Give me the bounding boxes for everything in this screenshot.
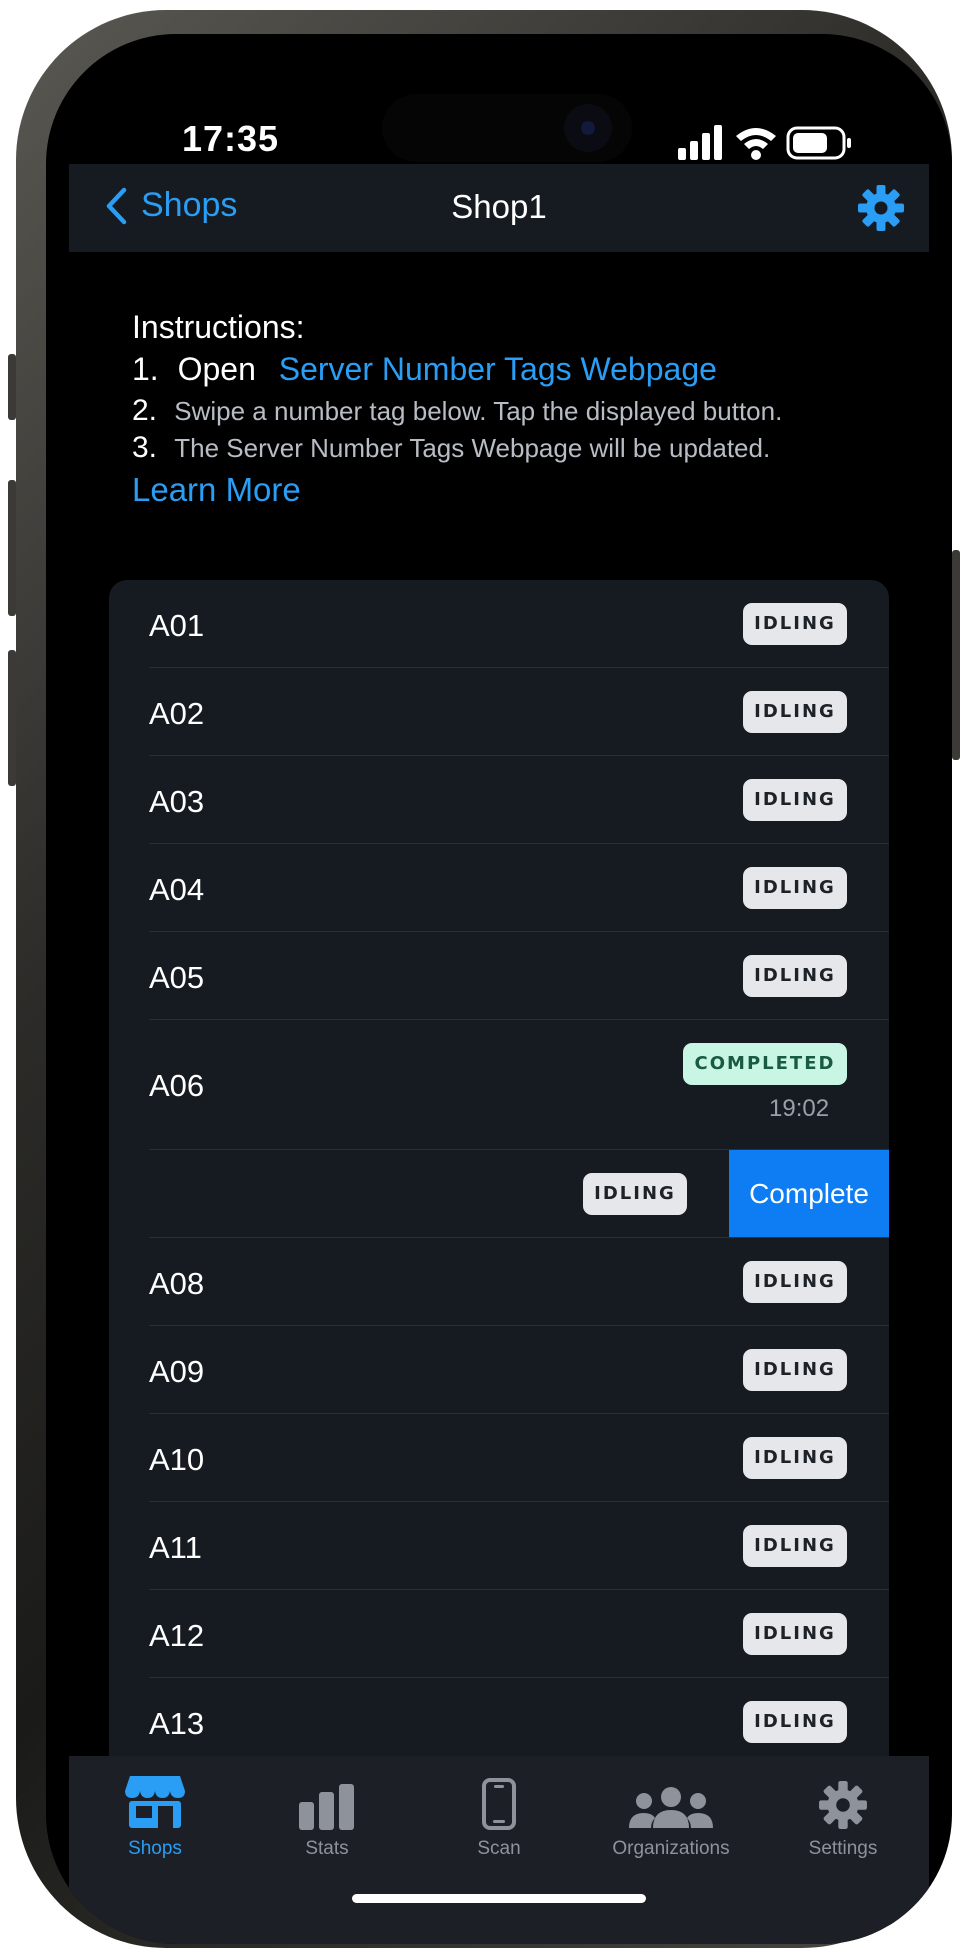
tag-label: A11 (149, 1530, 202, 1565)
tab-scan[interactable]: Scan (413, 1768, 585, 1860)
phone-frame: 17:35 Shops Shop1 Instructions: 1. Open … (8, 10, 960, 1948)
tag-row-a12[interactable]: A12 IDLING (109, 1590, 889, 1678)
settings-button[interactable] (857, 184, 905, 237)
tag-row-a05[interactable]: A05 IDLING (109, 932, 889, 1020)
volume-down-button (8, 650, 16, 786)
battery-icon (786, 126, 851, 160)
tag-label: A01 (149, 608, 205, 643)
step-2-text: Swipe a number tag below. Tap the displa… (174, 396, 783, 426)
page-title: Shop1 (451, 188, 547, 225)
tag-label: A09 (149, 1354, 205, 1389)
tab-label: Organizations (612, 1838, 730, 1859)
tag-label: A12 (149, 1618, 205, 1653)
tag-row-a02[interactable]: A02 IDLING (109, 668, 889, 756)
status-badge: IDLING (743, 1613, 847, 1655)
tag-label: A06 (149, 1068, 205, 1103)
step-1-number: 1. (132, 351, 159, 387)
status-badge: IDLING (743, 955, 847, 997)
tag-row-a09[interactable]: A09 IDLING (109, 1326, 889, 1414)
number-tag-list[interactable]: A01 IDLING A02 IDLING A03 IDLING A04 IDL… (109, 580, 889, 1780)
tag-row-a03[interactable]: A03 IDLING (109, 756, 889, 844)
status-time: 17:35 (182, 118, 280, 159)
step-1-text: Open (177, 351, 256, 387)
status-badge: IDLING (583, 1173, 687, 1215)
gear-icon (858, 185, 904, 231)
tag-label: A05 (149, 960, 205, 995)
tag-label: A13 (149, 1706, 205, 1741)
tab-label: Shops (128, 1838, 182, 1859)
bar-chart-icon (299, 1784, 354, 1830)
instruction-step-3: 3. The Server Number Tags Webpage will b… (132, 431, 770, 465)
gear-icon (819, 1781, 867, 1829)
tab-bar: Shops Stats Scan Organizations Settings (69, 1756, 929, 1944)
tab-stats[interactable]: Stats (241, 1768, 413, 1860)
learn-more-link[interactable]: Learn More (132, 471, 301, 509)
tag-row-a13[interactable]: A13 IDLING (109, 1678, 889, 1766)
status-badge: IDLING (743, 1437, 847, 1479)
screen: 17:35 Shops Shop1 Instructions: 1. Open … (46, 34, 952, 1944)
completed-badge: COMPLETED (683, 1043, 847, 1085)
status-icons (678, 124, 888, 169)
tag-row-a01[interactable]: A01 IDLING (109, 580, 889, 668)
status-badge: IDLING (743, 1525, 847, 1567)
tag-label: A03 (149, 784, 205, 819)
phone-icon (482, 1778, 516, 1830)
home-indicator[interactable] (352, 1894, 646, 1903)
step-3-number: 3. (132, 431, 158, 464)
status-badge: IDLING (743, 1261, 847, 1303)
status-badge: IDLING (743, 779, 847, 821)
step-3-text: The Server Number Tags Webpage will be u… (174, 433, 771, 463)
tag-row-a06[interactable]: A06 COMPLETED 19:02 (109, 1020, 889, 1150)
tag-row-swiped[interactable]: IDLING Complete (109, 1150, 889, 1238)
tag-row-a08[interactable]: A08 IDLING (109, 1238, 889, 1326)
tab-shops[interactable]: Shops (69, 1768, 241, 1860)
cellular-signal-icon (678, 125, 722, 160)
wifi-icon (736, 128, 776, 160)
status-badge: IDLING (743, 867, 847, 909)
storefront-icon (125, 1776, 185, 1828)
power-button (952, 550, 960, 760)
tag-row-a10[interactable]: A10 IDLING (109, 1414, 889, 1502)
instruction-step-2: 2. Swipe a number tag below. Tap the dis… (132, 394, 782, 428)
navigation-bar: Shops Shop1 (69, 164, 929, 252)
tag-row-a04[interactable]: A04 IDLING (109, 844, 889, 932)
front-camera (564, 104, 612, 152)
tag-label: A08 (149, 1266, 205, 1301)
volume-up-button (8, 480, 16, 616)
tag-label: A10 (149, 1442, 205, 1477)
people-icon (629, 1787, 713, 1828)
status-badge: IDLING (743, 1349, 847, 1391)
completed-time: 19:02 (769, 1095, 830, 1122)
tag-label: A02 (149, 696, 205, 731)
status-badge: IDLING (743, 603, 847, 645)
tag-row-a11[interactable]: A11 IDLING (109, 1502, 889, 1590)
instruction-step-1: 1. Open Server Number Tags Webpage (132, 351, 717, 388)
status-badge: IDLING (743, 691, 847, 733)
step-2-number: 2. (132, 394, 158, 427)
tag-label: A04 (149, 872, 205, 907)
server-webpage-link[interactable]: Server Number Tags Webpage (279, 351, 717, 387)
tab-label: Stats (305, 1838, 349, 1859)
tab-label: Settings (808, 1838, 878, 1859)
status-badge: IDLING (743, 1701, 847, 1743)
silent-switch (8, 354, 16, 420)
tab-settings[interactable]: Settings (757, 1768, 929, 1860)
tab-organizations[interactable]: Organizations (585, 1768, 757, 1860)
complete-button[interactable]: Complete (729, 1150, 889, 1238)
status-bar: 17:35 (46, 34, 952, 164)
tab-label: Scan (477, 1838, 521, 1859)
instructions-title: Instructions: (132, 309, 305, 345)
